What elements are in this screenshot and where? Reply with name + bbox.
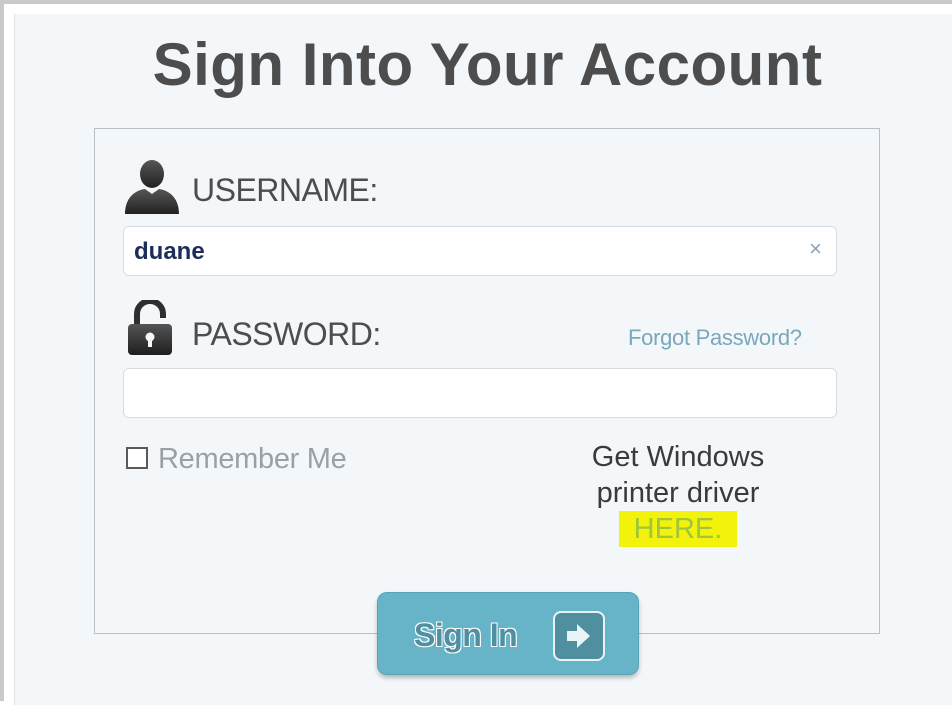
remember-me-label[interactable]: Remember Me (158, 443, 347, 476)
password-input[interactable] (123, 368, 837, 418)
padlock-icon (128, 300, 172, 355)
password-label: PASSWORD: (192, 316, 381, 352)
username-label: USERNAME: (192, 172, 378, 208)
user-icon (125, 160, 179, 214)
page-title: Sign Into Your Account (152, 31, 823, 98)
username-input[interactable]: duane × (123, 226, 837, 276)
username-value: duane (134, 238, 205, 265)
arrow-right-icon (553, 611, 605, 661)
printer-driver-note: Get Windows printer driver HERE. (560, 439, 796, 547)
driver-download-link[interactable]: HERE. (618, 511, 738, 547)
forgot-password-link[interactable]: Forgot Password? (628, 325, 802, 351)
sign-in-button[interactable]: Sign In (377, 592, 639, 675)
remember-me-checkbox[interactable] (126, 447, 148, 469)
sign-in-label: Sign In (414, 617, 518, 653)
driver-text-line2: printer driver (596, 477, 760, 509)
driver-text-line1: Get Windows (591, 441, 765, 473)
clear-icon[interactable]: × (809, 238, 822, 260)
